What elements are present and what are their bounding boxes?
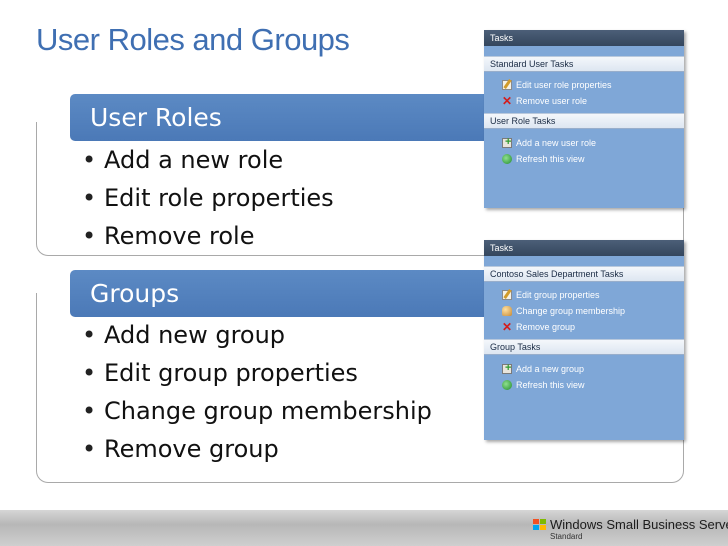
- list-item: Change group membership: [82, 392, 432, 430]
- brand-name: Windows Small Business Server2011: [550, 517, 728, 532]
- groups-bullet-list: Add new group Edit group properties Chan…: [82, 316, 432, 468]
- task-refresh-view[interactable]: Refresh this view: [484, 377, 684, 393]
- panel-title: Tasks: [484, 30, 684, 46]
- task-add-group[interactable]: Add a new group: [484, 360, 684, 377]
- list-item: Remove group: [82, 430, 432, 468]
- task-label: Add a new group: [516, 364, 585, 374]
- task-remove-group[interactable]: ✕ Remove group: [484, 319, 684, 335]
- add-icon: [502, 360, 512, 376]
- edit-icon: [502, 80, 512, 90]
- task-label: Edit group properties: [516, 290, 600, 300]
- task-label: Refresh this view: [516, 380, 585, 390]
- group-icon: [502, 306, 512, 316]
- brand-edition: Standard: [550, 532, 583, 541]
- add-icon: [502, 134, 512, 150]
- remove-icon: ✕: [502, 320, 513, 334]
- task-edit-group[interactable]: Edit group properties: [484, 287, 684, 303]
- roles-tasks-panel: Tasks Standard User Tasks Edit user role…: [484, 30, 684, 208]
- roles-bullet-list: Add a new role Edit role properties Remo…: [82, 141, 334, 255]
- task-refresh-view[interactable]: Refresh this view: [484, 151, 684, 167]
- panel-title: Tasks: [484, 240, 684, 256]
- brand-logo: Windows Small Business Server2011 Standa…: [533, 517, 728, 543]
- refresh-icon: [502, 154, 512, 164]
- list-item: Add new group: [82, 316, 432, 354]
- task-label: Remove user role: [516, 96, 588, 106]
- page-title: User Roles and Groups: [36, 22, 350, 57]
- section-heading: Standard User Tasks: [484, 56, 684, 72]
- task-label: Add a new user role: [516, 138, 597, 148]
- windows-flag-icon: [533, 519, 547, 531]
- refresh-icon: [502, 380, 512, 390]
- task-label: Remove group: [516, 322, 576, 332]
- groups-tasks-panel: Tasks Contoso Sales Department Tasks Edi…: [484, 240, 684, 440]
- section-heading: Group Tasks: [484, 339, 684, 355]
- list-item: Add a new role: [82, 141, 334, 179]
- list-item: Remove role: [82, 217, 334, 255]
- task-remove-user-role[interactable]: ✕ Remove user role: [484, 93, 684, 109]
- task-label: Refresh this view: [516, 154, 585, 164]
- task-label: Change group membership: [516, 306, 626, 316]
- task-edit-user-role[interactable]: Edit user role properties: [484, 77, 684, 93]
- list-item: Edit group properties: [82, 354, 432, 392]
- edit-icon: [502, 290, 512, 300]
- list-item: Edit role properties: [82, 179, 334, 217]
- section-heading: Contoso Sales Department Tasks: [484, 266, 684, 282]
- section-heading: User Role Tasks: [484, 113, 684, 129]
- task-change-membership[interactable]: Change group membership: [484, 303, 684, 319]
- task-add-user-role[interactable]: Add a new user role: [484, 134, 684, 151]
- remove-icon: ✕: [502, 94, 513, 108]
- task-label: Edit user role properties: [516, 80, 612, 90]
